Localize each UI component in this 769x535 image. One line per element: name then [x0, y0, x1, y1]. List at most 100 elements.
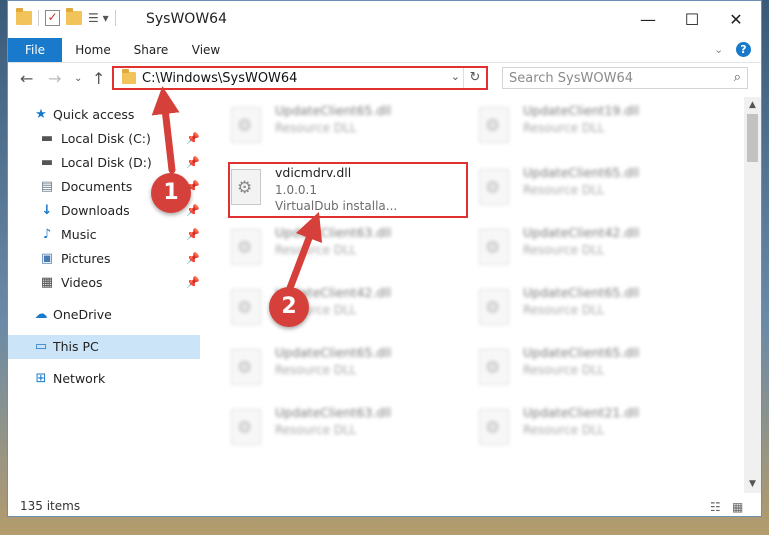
sidebar-item-this-pc[interactable]: ▭ This PC — [8, 335, 200, 359]
details-view-icon[interactable]: ☷ — [710, 500, 721, 514]
sidebar-item-label: Downloads — [61, 203, 130, 218]
file-type: Resource DLL — [275, 243, 357, 257]
step2-badge: 2 — [269, 287, 309, 327]
sidebar-item-label: Music — [61, 227, 97, 242]
dll-file-icon — [231, 349, 261, 385]
file-tile[interactable]: UpdateClient42.dll Resource DLL — [203, 281, 443, 337]
status-bar: 135 items ☷ ▦ — [8, 495, 761, 516]
address-bar[interactable]: C:\Windows\SysWOW64 ⌄ ↻ — [112, 66, 488, 90]
file-tile[interactable]: UpdateClient21.dll Resource DLL — [451, 401, 691, 457]
vertical-scrollbar[interactable]: ▲ ▼ — [744, 97, 761, 493]
title-bar: ✓ ☰ ▾ SysWOW64 — ☐ ✕ — [8, 1, 761, 38]
file-tile[interactable]: UpdateClient19.dll Resource DLL — [451, 99, 691, 155]
pin-icon[interactable]: 📌 — [186, 228, 200, 241]
file-type: Resource DLL — [523, 303, 605, 317]
file-tile[interactable]: UpdateClient65.dll Resource DLL — [451, 341, 691, 397]
dll-file-icon — [479, 409, 509, 445]
file-tile[interactable]: UpdateClient65.dll Resource DLL — [451, 281, 691, 337]
sidebar-item-onedrive[interactable]: ☁ OneDrive — [8, 303, 200, 327]
sidebar-item-network[interactable]: ⊞ Network — [8, 367, 200, 391]
pin-icon[interactable]: 📌 — [186, 276, 200, 289]
dll-file-icon — [479, 107, 509, 143]
file-name: UpdateClient21.dll — [523, 405, 640, 420]
sidebar-item-pictures[interactable]: ▣ Pictures 📌 — [8, 247, 200, 271]
refresh-icon[interactable]: ↻ — [463, 68, 486, 88]
scroll-down-icon[interactable]: ▼ — [744, 476, 761, 493]
up-arrow-icon[interactable]: ↑ — [92, 69, 105, 88]
file-name: UpdateClient65.dll — [523, 345, 640, 360]
file-name: UpdateClient63.dll — [275, 225, 392, 240]
back-arrow-icon[interactable]: ← — [20, 69, 33, 88]
network-icon: ⊞ — [35, 371, 47, 386]
pin-icon[interactable]: 📌 — [186, 156, 200, 169]
address-dropdown-icon[interactable]: ⌄ — [451, 70, 460, 83]
file-name: UpdateClient63.dll — [275, 405, 392, 420]
file-type: Resource DLL — [275, 423, 357, 437]
sidebar-item-local-disk-d[interactable]: ▬ Local Disk (D:) 📌 — [8, 151, 200, 175]
pin-icon[interactable]: 📌 — [186, 204, 200, 217]
forward-arrow-icon[interactable]: → — [48, 69, 61, 88]
dll-file-icon — [231, 107, 261, 143]
new-folder-icon[interactable] — [66, 8, 82, 25]
window-title: SysWOW64 — [146, 11, 227, 27]
sidebar-item-label: Videos — [61, 275, 103, 290]
tab-home[interactable]: Home — [68, 38, 118, 62]
sidebar-item-label: Documents — [61, 179, 133, 194]
pin-icon[interactable]: 📌 — [186, 132, 200, 145]
file-tile[interactable]: UpdateClient63.dll Resource DLL — [203, 401, 443, 457]
dll-file-icon — [231, 289, 261, 325]
close-button[interactable]: ✕ — [714, 6, 758, 34]
sidebar-item-local-disk-c[interactable]: ▬ Local Disk (C:) 📌 — [8, 127, 200, 151]
sidebar-item-quick-access[interactable]: ★ Quick access — [8, 103, 200, 127]
expand-ribbon-icon[interactable]: ⌄ — [714, 43, 723, 56]
properties-icon[interactable]: ✓ — [45, 10, 60, 26]
sidebar-item-label: Quick access — [53, 107, 135, 122]
sidebar-item-videos[interactable]: ▦ Videos 📌 — [8, 271, 200, 295]
sidebar-item-music[interactable]: ♪ Music 📌 — [8, 223, 200, 247]
file-tile[interactable]: UpdateClient42.dll Resource DLL — [451, 221, 691, 277]
customize-toolbar-icon[interactable]: ☰ ▾ — [88, 11, 109, 25]
file-type: Resource DLL — [275, 363, 357, 377]
navigation-pane: ★ Quick access ▬ Local Disk (C:) 📌 ▬ Loc… — [8, 97, 200, 493]
file-name: UpdateClient19.dll — [523, 103, 640, 118]
address-path[interactable]: C:\Windows\SysWOW64 — [142, 71, 297, 86]
search-input[interactable]: Search SysWOW64 ⌕ — [502, 67, 748, 89]
file-name: UpdateClient65.dll — [275, 345, 392, 360]
pin-icon[interactable]: 📌 — [186, 252, 200, 265]
quick-access-toolbar: ✓ ☰ ▾ — [16, 8, 116, 26]
folder-icon — [16, 8, 32, 25]
dll-file-icon — [231, 409, 261, 445]
maximize-button[interactable]: ☐ — [670, 6, 714, 34]
tab-share[interactable]: Share — [126, 38, 176, 62]
help-icon[interactable]: ? — [736, 42, 751, 57]
file-type: Resource DLL — [523, 423, 605, 437]
recent-locations-icon[interactable]: ⌄ — [74, 73, 82, 84]
pictures-icon: ▣ — [40, 251, 54, 266]
dll-file-icon — [479, 349, 509, 385]
tab-file[interactable]: File — [8, 38, 62, 62]
tab-view[interactable]: View — [184, 38, 228, 62]
file-tile[interactable]: UpdateClient65.dll Resource DLL — [203, 99, 443, 155]
file-highlight-box — [228, 162, 468, 218]
dll-file-icon — [231, 229, 261, 265]
dll-file-icon — [479, 229, 509, 265]
file-tile[interactable]: UpdateClient63.dll Resource DLL — [203, 221, 443, 277]
scroll-thumb[interactable] — [747, 114, 758, 162]
file-name: UpdateClient65.dll — [523, 165, 640, 180]
file-name: UpdateClient65.dll — [523, 285, 640, 300]
file-type: Resource DLL — [523, 243, 605, 257]
minimize-button[interactable]: — — [626, 6, 670, 34]
tiles-view-icon[interactable]: ▦ — [732, 500, 743, 514]
dll-file-icon — [479, 289, 509, 325]
sidebar-item-label: Network — [53, 371, 106, 386]
file-name: UpdateClient65.dll — [275, 103, 392, 118]
search-icon[interactable]: ⌕ — [734, 70, 741, 85]
file-tile[interactable]: UpdateClient65.dll Resource DLL — [451, 161, 691, 217]
star-icon: ★ — [35, 107, 47, 122]
music-icon: ♪ — [42, 227, 52, 242]
scroll-up-icon[interactable]: ▲ — [744, 97, 761, 114]
item-count: 135 items — [20, 499, 81, 513]
file-tile[interactable]: UpdateClient65.dll Resource DLL — [203, 341, 443, 397]
folder-icon — [122, 69, 136, 84]
search-placeholder: Search SysWOW64 — [509, 71, 633, 86]
